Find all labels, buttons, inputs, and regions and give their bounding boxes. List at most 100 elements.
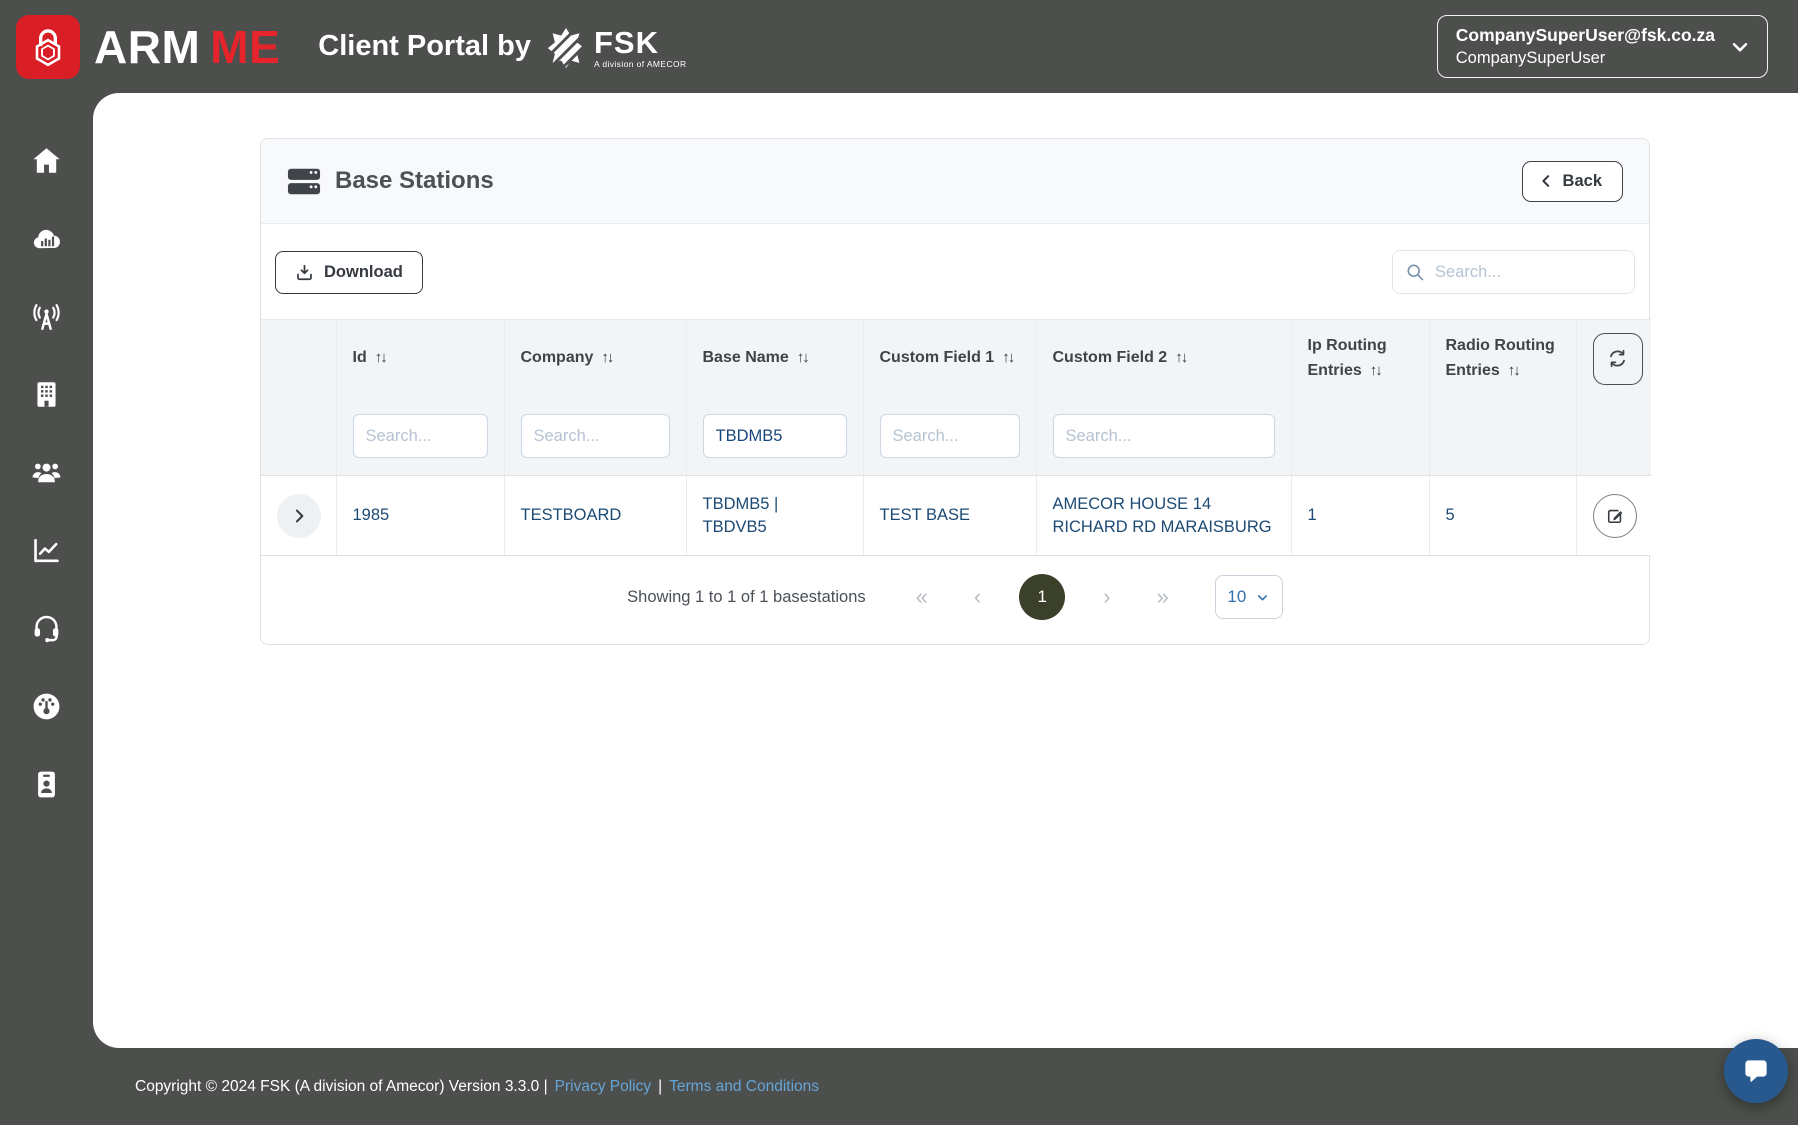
column-header-radio-routing-entries[interactable]: Radio Routing Entries ↑↓ (1428, 319, 1576, 398)
terms-link[interactable]: Terms and Conditions (669, 1078, 819, 1096)
user-name: CompanySuperUser (1455, 49, 1606, 67)
base-stations-table: Id ↑↓ Company ↑↓ Base Name ↑↓ Custom Field … (261, 319, 1651, 556)
sidebar-item-base-stations[interactable] (0, 277, 93, 355)
sidebar-item-dashboard[interactable] (0, 667, 93, 745)
column-header-ip-routing-entries[interactable]: Ip Routing Entries ↑↓ (1290, 319, 1429, 398)
chevron-right-icon (295, 509, 304, 522)
column-header-company[interactable]: Company ↑↓ (503, 319, 686, 398)
server-icon (287, 168, 321, 194)
table-row: 1985 TESTBOARD TBDMB5 | TBDVB5 TEST BASE… (261, 475, 1651, 556)
table-header-row: Id ↑↓ Company ↑↓ Base Name ↑↓ Custom Field … (261, 319, 1651, 398)
padlock-icon (35, 28, 61, 66)
id-filter-input[interactable] (352, 414, 488, 459)
search-icon (1407, 264, 1424, 281)
pagination-bar: Showing 1 to 1 of 1 basestations « ‹ 1 ›… (261, 556, 1649, 644)
sort-icon: ↑↓ (1175, 349, 1188, 367)
sidebar-item-support[interactable] (0, 589, 93, 667)
table-toolbar: Download (261, 224, 1649, 319)
first-page-button[interactable]: « (908, 584, 936, 610)
fsk-logo: FSK A division of AMECOR (545, 27, 687, 73)
sort-icon: ↑↓ (601, 349, 614, 367)
base-stations-card: Base Stations Back Download Search... Id… (260, 138, 1651, 645)
next-page-button[interactable]: › (1095, 584, 1118, 610)
column-header-id[interactable]: Id ↑↓ (335, 319, 504, 398)
filter-cell-custom-field-1 (862, 397, 1036, 476)
chat-icon (1745, 1060, 1767, 1082)
gauge-icon (33, 693, 60, 719)
privacy-policy-link[interactable]: Privacy Policy (555, 1078, 651, 1096)
column-header-custom-field-1[interactable]: Custom Field 1 ↑↓ (862, 319, 1036, 398)
previous-page-button[interactable]: ‹ (966, 584, 989, 610)
back-button[interactable]: Back (1521, 160, 1623, 202)
footer-separator: | (658, 1077, 663, 1095)
row-expand-button[interactable] (277, 493, 321, 538)
company-filter-input[interactable] (520, 414, 670, 459)
edit-row-button[interactable] (1592, 493, 1637, 538)
id-badge-icon (38, 771, 55, 797)
base-name-filter-input[interactable] (702, 414, 847, 459)
column-header-custom-field-2[interactable]: Custom Field 2 ↑↓ (1035, 319, 1291, 398)
page-size-select[interactable]: 10 (1214, 575, 1283, 619)
refresh-button[interactable] (1592, 332, 1643, 385)
main-content: Base Stations Back Download Search... Id… (93, 93, 1798, 1048)
sidebar-item-home[interactable] (0, 121, 93, 199)
sort-icon: ↑↓ (796, 349, 810, 367)
sidebar-item-companies[interactable] (0, 355, 93, 433)
download-label: Download (324, 262, 403, 281)
actions-column-header (1575, 319, 1651, 398)
user-texts: CompanySuperUser@fsk.co.za CompanySuperU… (1456, 25, 1715, 68)
users-icon (32, 463, 61, 482)
chat-launcher-button[interactable] (1724, 1039, 1788, 1103)
chart-line-icon (34, 538, 59, 562)
page-footer: Copyright © 2024 FSK (A division of Amec… (0, 1048, 1798, 1125)
fsk-texts: FSK A division of AMECOR (594, 27, 687, 69)
cell-radio-routing-entries: 5 (1428, 475, 1576, 556)
filter-cell-base-name (685, 397, 863, 476)
chevron-down-icon (1715, 36, 1751, 58)
headset-icon (34, 615, 59, 642)
brand-text: ARM ME (94, 20, 280, 74)
table-filter-row (261, 397, 1651, 476)
copyright-text: Copyright © 2024 FSK (A division of Amec… (135, 1077, 548, 1095)
filter-cell-id (335, 397, 504, 476)
global-search-input[interactable] (1435, 262, 1622, 282)
filter-cell-radio-routing (1428, 397, 1576, 476)
sidebar-item-analytics[interactable] (0, 511, 93, 589)
pagination-summary: Showing 1 to 1 of 1 basestations (627, 587, 866, 606)
sidebar-nav (0, 93, 93, 1125)
filter-cell-expander (261, 397, 336, 476)
cell-id: 1985 (335, 475, 504, 556)
broadcast-tower-icon (33, 303, 60, 330)
row-actions-cell (1575, 475, 1651, 556)
fsk-tagline: A division of AMECOR (593, 58, 687, 69)
cell-custom-field-1: TEST BASE (862, 475, 1036, 556)
page-size-value: 10 (1227, 587, 1247, 606)
user-menu-button[interactable]: CompanySuperUser@fsk.co.za CompanySuperU… (1436, 15, 1768, 78)
portal-title: Client Portal by (318, 30, 531, 62)
page-title: Base Stations (335, 167, 494, 194)
back-label: Back (1562, 171, 1602, 190)
refresh-icon (1610, 350, 1625, 368)
brand-arm: ARM (94, 20, 201, 73)
cell-base-name: TBDMB5 | TBDVB5 (685, 475, 863, 556)
armme-logo-mark (16, 14, 80, 79)
fsk-star-icon (547, 27, 587, 71)
custom-field-1-filter-input[interactable] (879, 414, 1020, 459)
sidebar-item-users[interactable] (0, 433, 93, 511)
sidebar-item-cloud-stats[interactable] (0, 199, 93, 277)
filter-cell-actions (1575, 397, 1651, 476)
filter-cell-ip-routing (1290, 397, 1429, 476)
fsk-name: FSK (593, 24, 659, 60)
armme-logo[interactable]: ARM ME (16, 14, 280, 79)
current-page-button[interactable]: 1 (1019, 574, 1066, 620)
user-email: CompanySuperUser@fsk.co.za (1455, 25, 1715, 45)
last-page-button[interactable]: » (1149, 584, 1177, 610)
custom-field-2-filter-input[interactable] (1052, 414, 1275, 459)
column-header-base-name[interactable]: Base Name ↑↓ (685, 319, 863, 398)
filter-cell-custom-field-2 (1035, 397, 1291, 476)
download-button[interactable]: Download (275, 250, 423, 294)
sort-icon: ↑↓ (1507, 361, 1521, 379)
brand-me: ME (210, 20, 281, 73)
cell-custom-field-2: AMECOR HOUSE 14 RICHARD RD MARAISBURG (1035, 475, 1291, 556)
sidebar-item-contacts[interactable] (0, 745, 93, 823)
